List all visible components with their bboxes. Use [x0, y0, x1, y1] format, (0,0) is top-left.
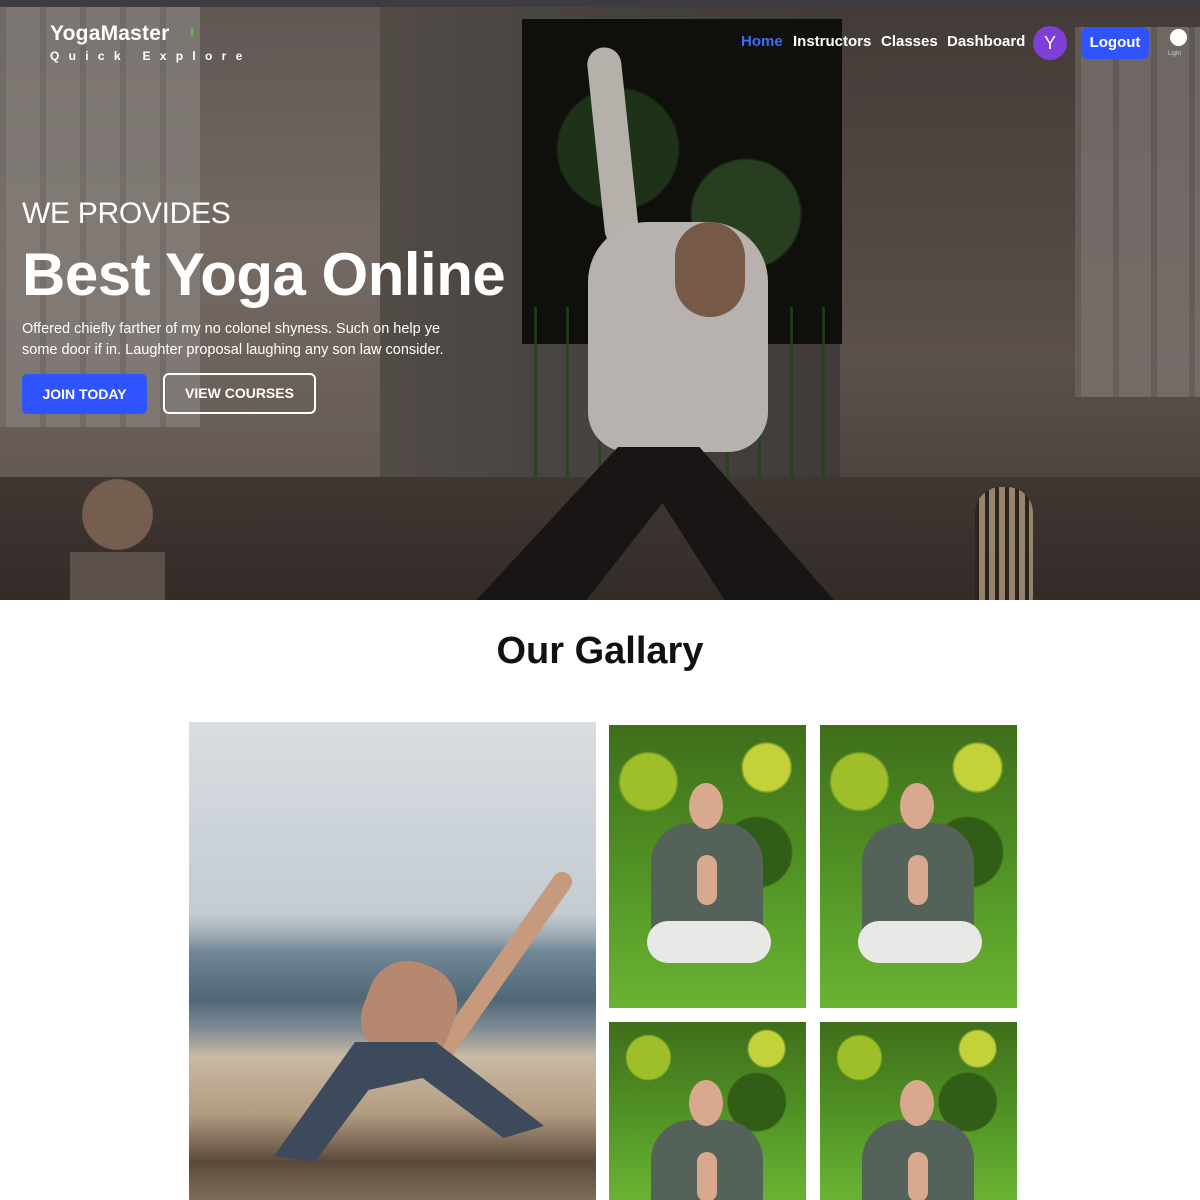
lotus-logo-icon: [187, 27, 197, 37]
nav-link-dashboard[interactable]: Dashboard: [947, 33, 1025, 53]
nav-link-instructors[interactable]: Instructors: [793, 33, 871, 53]
join-today-button[interactable]: JOIN TODAY: [22, 374, 147, 414]
logo-subtitle: Quick Explore: [50, 49, 252, 63]
hero-kicker: WE PROVIDES: [22, 197, 231, 230]
meditator-head: [689, 1080, 723, 1126]
meditator-hands: [908, 855, 928, 905]
logo-title[interactable]: YogaMaster: [50, 22, 169, 46]
meditator-head: [900, 1080, 934, 1126]
gallery-title: Our Gallary: [496, 630, 704, 672]
view-courses-button[interactable]: VIEW COURSES: [163, 373, 316, 414]
hero-title: Best Yoga Online: [22, 241, 506, 308]
logout-button[interactable]: Logout: [1081, 27, 1149, 59]
meditator-legs: [858, 921, 982, 963]
theme-toggle-label: Light: [1168, 51, 1182, 57]
theme-toggle-knob-icon: [1170, 29, 1187, 46]
meditator-hands: [697, 855, 717, 905]
gallery-image-meditation[interactable]: [609, 1022, 806, 1200]
nav-link-classes[interactable]: Classes: [881, 33, 938, 53]
meditator-hands: [697, 1152, 717, 1200]
gallery-image-meditation[interactable]: [609, 725, 806, 1008]
hero-description: Offered chiefly farther of my no colonel…: [22, 321, 444, 358]
theme-toggle[interactable]: Light: [1168, 27, 1200, 57]
gallery-image-beach-yoga[interactable]: [189, 722, 596, 1200]
beach-yoga-legs: [274, 1042, 544, 1162]
gallery-image-meditation[interactable]: [820, 1022, 1017, 1200]
meditator-head: [900, 783, 934, 829]
meditator-hands: [908, 1152, 928, 1200]
user-avatar[interactable]: Y: [1033, 26, 1067, 60]
nav-link-home[interactable]: Home: [741, 33, 783, 53]
browser-top-strip: [0, 0, 1200, 7]
meditator-legs: [647, 921, 771, 963]
gallery-image-meditation[interactable]: [820, 725, 1017, 1008]
meditator-head: [689, 783, 723, 829]
gallery-grid: [189, 722, 1017, 1200]
beach-yoga-arm: [421, 867, 577, 1077]
